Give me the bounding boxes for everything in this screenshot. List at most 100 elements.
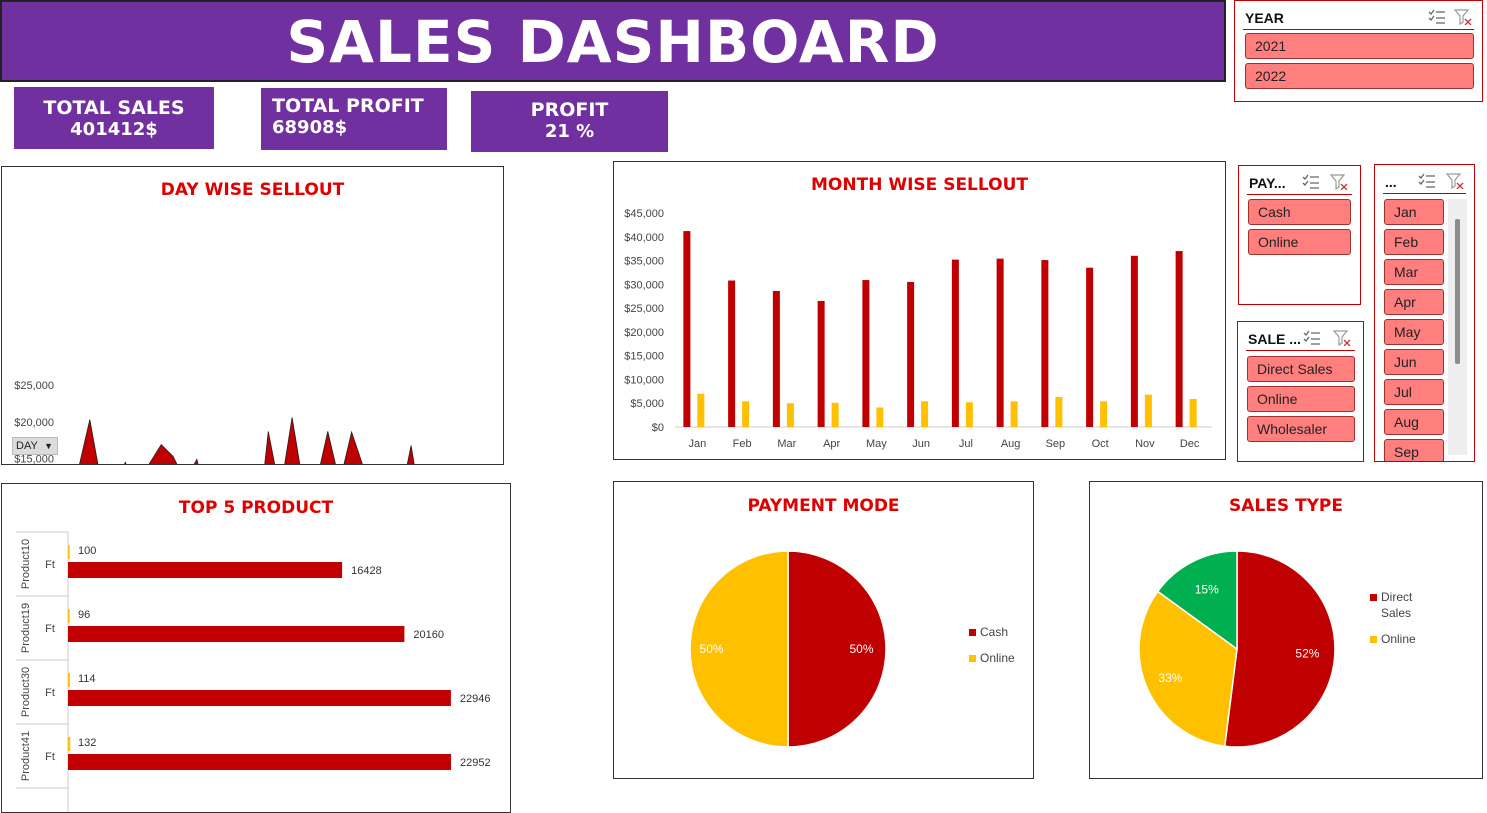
data-label-series-2: 22952 [460, 757, 491, 769]
bar-series-2 [68, 562, 342, 578]
y-tick-label: $20,000 [14, 417, 54, 429]
x-tick-label: Apr [823, 438, 840, 450]
sale-type-direct-item[interactable]: Direct Sales [1247, 356, 1355, 382]
month-mar-item[interactable]: Mar [1384, 259, 1444, 285]
payment-online-item[interactable]: Online [1248, 229, 1351, 255]
year-slicer-title: YEAR [1245, 10, 1284, 26]
pie-data-label: 15% [1195, 583, 1219, 597]
clear-filter-icon[interactable] [1446, 173, 1464, 189]
x-tick-label: Jan [689, 438, 707, 450]
y-tick-label: $35,000 [624, 256, 664, 268]
data-label-series-2: 20160 [413, 629, 444, 641]
month-slicer-title: ... [1385, 174, 1397, 190]
bar-series-1 [907, 282, 914, 427]
month-jul-item[interactable]: Jul [1384, 379, 1444, 405]
day-wise-area-chart: $0$5,000$10,000$15,000$20,000$25,0001357… [2, 167, 503, 464]
multi-select-icon[interactable] [1303, 330, 1321, 346]
category-label: Product30 [20, 667, 32, 717]
dropdown-arrow-icon: ▼ [44, 438, 53, 455]
pie-data-label: 33% [1158, 671, 1182, 685]
month-apr-item[interactable]: Apr [1384, 289, 1444, 315]
y-tick-label: $10,000 [624, 374, 664, 386]
month-slicer: ... Jan Feb Mar Apr May Jun Jul Aug Sep [1374, 164, 1475, 462]
y-tick-label: $5,000 [630, 398, 664, 410]
legend-label: Cash [980, 625, 1008, 639]
x-tick-label: Oct [1092, 438, 1109, 450]
bar-series-1 [1131, 256, 1138, 427]
month-sep-item[interactable]: Sep [1384, 439, 1444, 462]
sale-type-online-item[interactable]: Online [1247, 386, 1355, 412]
y-tick-label: $40,000 [624, 232, 664, 244]
bar-series-1 [862, 280, 869, 427]
legend-swatch [969, 655, 976, 662]
bar-series-1 [773, 291, 780, 427]
bar-series-1 [818, 301, 825, 427]
legend-swatch [969, 629, 976, 636]
bar-series-1 [952, 260, 959, 427]
data-label-series-1: 100 [78, 545, 96, 557]
kpi-profit: PROFIT 21 % [471, 91, 668, 152]
y-tick-label: $20,000 [624, 327, 664, 339]
month-may-item[interactable]: May [1384, 319, 1444, 345]
category-label: Product19 [20, 603, 32, 653]
multi-select-icon[interactable] [1428, 9, 1446, 25]
multi-select-icon[interactable] [1302, 174, 1320, 190]
bar-series-2 [1055, 397, 1062, 427]
clear-filter-icon[interactable] [1333, 330, 1351, 346]
sale-type-slicer-title: SALE ... [1248, 331, 1301, 347]
month-slicer-scrollbar[interactable] [1448, 199, 1467, 455]
clear-filter-icon[interactable] [1330, 174, 1348, 190]
legend-label: Sales [1381, 606, 1411, 620]
legend-swatch [1370, 594, 1377, 601]
month-feb-item[interactable]: Feb [1384, 229, 1444, 255]
bar-series-2 [1011, 401, 1018, 427]
data-label-series-1: 114 [78, 673, 96, 685]
sales-type-pie-chart: 52%33%15%DirectSalesOnline [1090, 482, 1482, 778]
bar-series-2 [921, 401, 928, 427]
bar-series-2 [68, 626, 404, 642]
x-tick-label: Sep [1046, 438, 1066, 450]
sub-category-label: Ft [45, 623, 55, 635]
bar-series-2 [1190, 399, 1197, 427]
sales-type-chart-panel: SALES TYPE 52%33%15%DirectSalesOnline [1089, 481, 1483, 779]
month-wise-bar-chart: $0$5,000$10,000$15,000$20,000$25,000$30,… [614, 162, 1225, 459]
multi-select-icon[interactable] [1418, 173, 1436, 189]
payment-cash-item[interactable]: Cash [1248, 199, 1351, 225]
month-aug-item[interactable]: Aug [1384, 409, 1444, 435]
bar-series-2 [966, 402, 973, 427]
kpi-profit-value: 21 % [471, 121, 668, 143]
x-tick-label: Jul [959, 438, 973, 450]
x-tick-label: Mar [777, 438, 796, 450]
bar-series-2 [876, 408, 883, 427]
legend-label: Online [1381, 632, 1416, 646]
y-tick-label: $0 [652, 422, 664, 434]
month-jan-item[interactable]: Jan [1384, 199, 1444, 225]
month-slicer-scroll-thumb[interactable] [1455, 219, 1460, 364]
top-product-bar-chart: Product10Ft10016428Product19Ft9620160Pro… [2, 484, 510, 812]
legend-swatch [1370, 636, 1377, 643]
bar-series-1 [68, 737, 70, 751]
month-jun-item[interactable]: Jun [1384, 349, 1444, 375]
x-tick-label: Nov [1135, 438, 1155, 450]
bar-series-1 [1176, 251, 1183, 427]
kpi-total-profit: TOTAL PROFIT 68908$ [261, 88, 447, 150]
bar-series-2 [68, 690, 451, 706]
month-wise-chart-panel: MONTH WISE SELLOUT $0$5,000$10,000$15,00… [613, 161, 1226, 460]
day-field-filter-button[interactable]: DAY ▼ [12, 437, 58, 455]
sale-type-wholesaler-item[interactable]: Wholesaler [1247, 416, 1355, 442]
clear-filter-icon[interactable] [1454, 9, 1472, 25]
day-wise-chart-panel: DAY WISE SELLOUT $0$5,000$10,000$15,000$… [1, 166, 504, 465]
sale-type-slicer-header: SALE ... [1246, 328, 1355, 351]
dashboard-header: SALES DASHBOARD [0, 0, 1226, 82]
year-2022-item[interactable]: 2022 [1245, 63, 1474, 89]
bar-series-1 [68, 609, 70, 623]
payment-mode-chart-panel: PAYMENT MODE 50%50%CashOnline [613, 481, 1034, 779]
x-tick-label: Jun [912, 438, 930, 450]
pie-data-label: 50% [849, 642, 873, 656]
x-tick-label: Aug [1001, 438, 1021, 450]
bar-series-1 [997, 259, 1004, 427]
payment-slicer-title: PAY... [1249, 175, 1286, 191]
year-2021-item[interactable]: 2021 [1245, 33, 1474, 59]
data-label-series-2: 16428 [351, 565, 382, 577]
month-slicer-header: ... [1383, 171, 1466, 194]
